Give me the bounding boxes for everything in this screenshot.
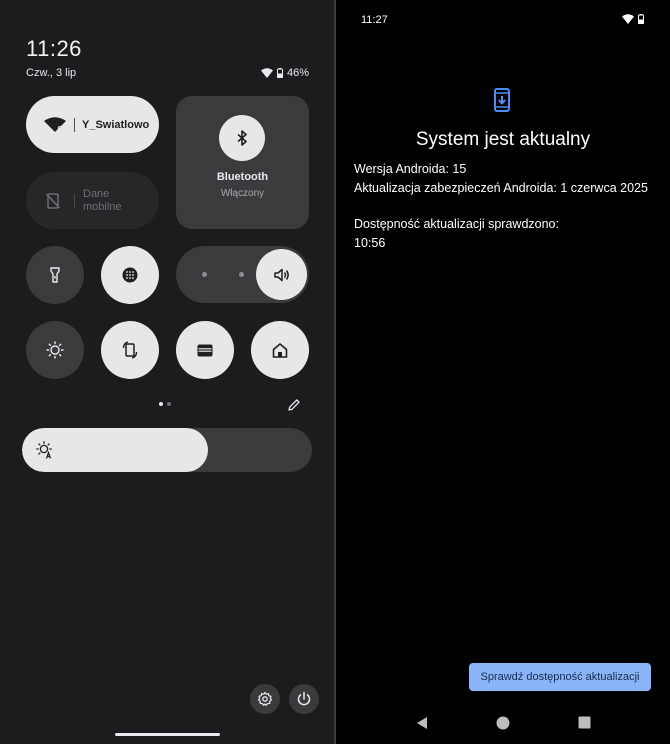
wifi-tile-divider [74,117,75,132]
mobile-data-label: Dane mobilne [83,187,122,213]
volume-slider[interactable] [176,246,309,303]
edit-tiles-button[interactable] [287,398,301,417]
volume-icon [273,268,289,281]
mobile-data-tile[interactable]: Dane mobilne [26,172,159,229]
wallet-tile[interactable] [176,321,234,379]
volume-slider-handle[interactable] [256,249,307,300]
bluetooth-tile[interactable]: Bluetooth Włączony [176,96,309,229]
gesture-home-bar[interactable] [115,733,220,736]
bluetooth-toggle[interactable] [219,115,265,161]
last-check-label: Dostępność aktualizacji sprawdzono: [354,217,559,231]
qs-status-bar: 46% [260,67,309,79]
status-bar-icons [622,14,644,24]
auto-rotate-tile[interactable] [101,321,159,379]
brightness-icon [46,341,64,359]
bluetooth-title: Bluetooth [216,171,269,183]
extra-dim-tile[interactable] [26,321,84,379]
wifi-icon: 6 [44,117,66,132]
flashlight-icon [50,267,60,283]
mobile-data-off-icon [46,192,66,209]
battery-icon [638,14,644,24]
back-icon[interactable] [416,716,428,730]
dialpad-tile[interactable] [101,246,159,304]
qs-page-indicator [159,402,171,406]
svg-text:6: 6 [58,126,62,132]
wifi-tile[interactable]: 6 Y_Swiatlowo [26,96,159,153]
system-update-screen: 11:27 System jest aktualny Wersja Androi… [336,0,670,744]
qs-clock: 11:26 [26,36,82,61]
home-button-icon[interactable] [496,716,510,730]
brightness-slider[interactable] [22,428,312,472]
android-version: Wersja Androida: 15 [354,162,467,176]
page-dot [167,402,171,406]
battery-icon [276,68,283,78]
dialpad-icon [122,267,138,283]
bluetooth-subtitle: Włączony [220,188,265,199]
check-for-update-button[interactable]: Sprawdź dostępność aktualizacji [469,663,651,691]
flashlight-tile[interactable] [26,246,84,304]
wallet-icon [197,344,213,356]
update-status-title: System jest aktualny [415,129,591,150]
volume-step-dot [202,272,207,277]
power-icon [297,691,311,706]
auto-rotate-icon [122,341,138,359]
last-check-time: 10:56 [354,236,386,250]
page-dot-active [159,402,163,406]
qs-date[interactable]: Czw., 3 lip [26,67,76,79]
home-icon [272,342,288,358]
status-bar-time: 11:27 [361,14,388,26]
bluetooth-icon [237,130,247,146]
gear-icon [257,691,273,706]
wifi-tile-label: Y_Swiatlowo [82,118,150,131]
recents-icon[interactable] [578,716,591,729]
wifi-icon [260,68,273,78]
brightness-auto-icon [36,441,52,459]
battery-percent: 46% [286,67,309,79]
system-update-icon [494,88,510,112]
mobile-tile-divider [74,193,75,208]
power-button[interactable] [289,684,319,714]
home-controls-tile[interactable] [251,321,309,379]
update-info: Wersja Androida: 15 Aktualizacja zabezpi… [354,160,654,253]
wifi-icon [622,14,634,24]
quick-settings-panel: 11:26 Czw., 3 lip 46% 6 Y_Swiatlowo Dane… [0,0,334,744]
security-patch: Aktualizacja zabezpieczeń Androida: 1 cz… [354,181,648,195]
pencil-icon [288,399,300,411]
volume-step-dot [239,272,244,277]
settings-button[interactable] [250,684,280,714]
